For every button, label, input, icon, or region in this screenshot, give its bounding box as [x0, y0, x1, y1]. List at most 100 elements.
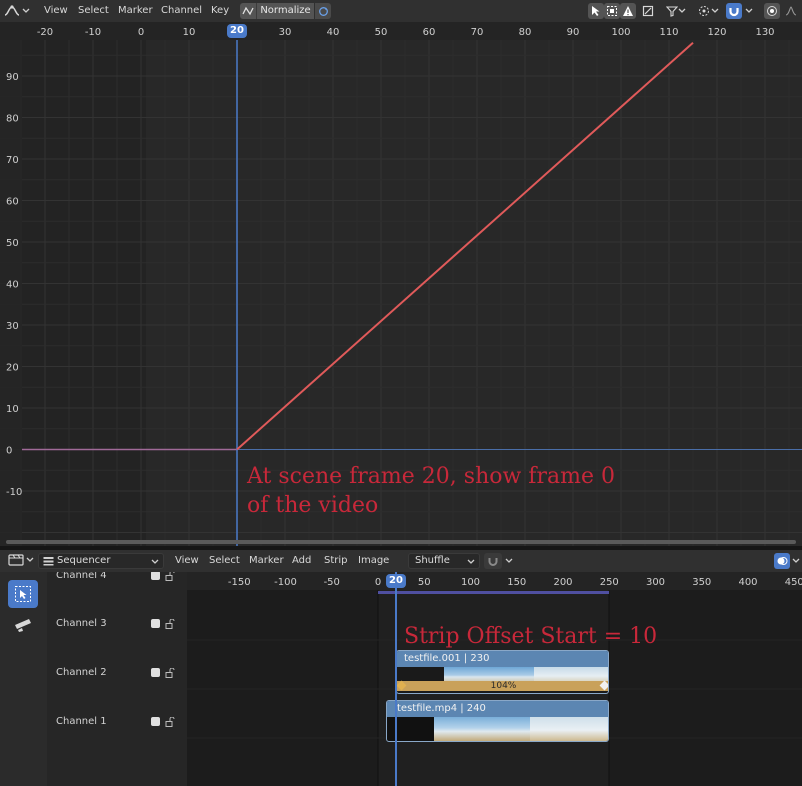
magnet-icon	[488, 558, 498, 566]
strip-testfile-001[interactable]: testfile.001 | 230 104%	[396, 650, 609, 694]
frame-ruler-ticks: -20 -10 0 10 30 40 50 60 70 80 90 100 110 120 130	[37, 27, 775, 38]
unlock-icon[interactable]	[165, 619, 175, 629]
chevron-down-icon	[745, 8, 753, 13]
channel-row-4[interactable]: Channel 4	[47, 572, 187, 583]
overlay-icon	[777, 557, 788, 565]
snap-dropdown[interactable]	[742, 3, 756, 19]
pivot-point-dropdown[interactable]	[694, 3, 722, 19]
seq-menu-marker[interactable]: Marker	[249, 554, 284, 568]
chevron-down-icon	[26, 557, 34, 562]
sequencer-strips-icon	[43, 557, 54, 566]
graph-plot-area[interactable]: 90 80 70 60 50 40 30 20 10 0 -10 At scene frame 20…	[0, 40, 802, 546]
sequencer-timeline[interactable]: -150 -100 -50 0 50 100 150 200 250 300 350 400 450 t…	[187, 572, 802, 786]
seq-frame-tick-label: -50	[324, 577, 340, 588]
channel-row-1[interactable]: Channel 1	[47, 715, 187, 729]
frame-tick-label: -10	[85, 27, 101, 38]
strip-thumbnail	[530, 717, 608, 741]
seq-menu-select[interactable]: Select	[209, 554, 240, 568]
unlock-icon[interactable]	[165, 668, 175, 678]
retiming-bar[interactable]: 104%	[397, 681, 608, 691]
only-errors-button[interactable]	[620, 3, 636, 19]
seq-menu-image[interactable]: Image	[358, 554, 389, 568]
normalize-group: Normalize	[240, 3, 331, 19]
frame-ruler[interactable]: -20 -10 0 10 30 40 50 60 70 80 90 100 110 120 130 20	[0, 22, 802, 40]
overlays-dropdown[interactable]	[790, 553, 802, 569]
frame-tick-label: 50	[375, 27, 388, 38]
sequencer-header: Sequencer View Select Marker Add Strip I…	[0, 550, 802, 572]
chevron-down-icon	[151, 559, 159, 564]
seq-menu-strip[interactable]: Strip	[324, 554, 348, 568]
chevron-down-icon	[505, 558, 513, 563]
frame-tick-label: 120	[707, 27, 726, 38]
strip-testfile-mp4[interactable]: testfile.mp4 | 240	[386, 700, 609, 742]
show-hidden-button[interactable]	[604, 3, 620, 19]
frame-tick-label: 10	[183, 27, 196, 38]
sequencer-frame-ruler[interactable]: -150 -100 -50 0 50 100 150 200 250 300 350 400 450	[187, 572, 802, 590]
current-frame-indicator[interactable]: 20	[227, 24, 247, 38]
strip-thumbnail	[434, 717, 530, 741]
menu-marker[interactable]: Marker	[118, 4, 153, 18]
chevron-down-icon	[792, 558, 800, 563]
funnel-icon	[666, 6, 678, 17]
refresh-icon	[318, 6, 328, 16]
overlays-toggle[interactable]	[774, 553, 790, 569]
menu-view[interactable]: View	[44, 4, 68, 18]
frame-icon	[642, 5, 654, 17]
value-tick-label: 80	[6, 114, 19, 125]
frame-tick-label: 100	[611, 27, 630, 38]
channel-mute-checkbox[interactable]	[151, 668, 160, 677]
seq-snap-toggle[interactable]	[484, 553, 502, 569]
strip-title: testfile.001 | 230	[397, 651, 608, 667]
value-tick-label: 10	[6, 404, 19, 415]
frame-tick-label: 0	[138, 27, 144, 38]
pivot-button[interactable]	[640, 3, 656, 19]
normalize-sync-button[interactable]	[315, 3, 331, 19]
seq-snap-dropdown[interactable]	[502, 553, 516, 569]
seq-menu-view[interactable]: View	[175, 554, 199, 568]
channel-mute-checkbox[interactable]	[151, 717, 160, 726]
menu-select[interactable]: Select	[78, 4, 109, 18]
dashed-box-icon	[607, 6, 617, 16]
channel-mute-checkbox[interactable]	[151, 572, 160, 580]
snap-toggle[interactable]	[726, 3, 742, 19]
unlock-icon[interactable]	[165, 717, 175, 727]
channel-row-2[interactable]: Channel 2	[47, 666, 187, 680]
menu-channel[interactable]: Channel	[161, 4, 202, 18]
annotation-line-2: of the video	[247, 493, 379, 518]
select-tool-button[interactable]	[8, 580, 38, 608]
blade-icon	[15, 619, 31, 632]
frame-tick-label: 130	[755, 27, 774, 38]
sequencer-playhead[interactable]	[395, 572, 397, 786]
editor-type-selector[interactable]	[4, 3, 30, 19]
normalize-button[interactable]: Normalize	[256, 3, 314, 19]
seq-frame-tick-label: 150	[507, 577, 526, 588]
only-selected-button[interactable]	[588, 3, 604, 19]
sequencer-view-type-label: Sequencer	[57, 555, 111, 566]
seq-menu-add[interactable]: Add	[292, 554, 311, 568]
sequencer-editor-type[interactable]	[8, 553, 34, 567]
blade-tool-button[interactable]	[8, 610, 38, 638]
falloff-dropdown[interactable]	[784, 3, 798, 19]
frame-tick-label: 40	[327, 27, 340, 38]
seq-frame-tick-label: 450	[785, 577, 802, 588]
channel-row-3[interactable]: Channel 3	[47, 617, 187, 631]
normalize-icon[interactable]	[240, 3, 256, 19]
proportional-edit-toggle[interactable]	[764, 3, 780, 19]
sequencer-current-frame-indicator[interactable]: 20	[386, 574, 406, 588]
annotation-strip-offset: Strip Offset Start = 10	[404, 624, 658, 649]
pivot-icon	[699, 6, 709, 16]
sequencer-view-type-dropdown[interactable]: Sequencer	[38, 553, 164, 569]
horizontal-scrollbar[interactable]	[6, 540, 796, 544]
falloff-curve-icon	[785, 6, 797, 16]
channel-mute-checkbox[interactable]	[151, 619, 160, 628]
seq-frame-tick-label: 250	[600, 577, 619, 588]
frame-tick-label: 70	[471, 27, 484, 38]
unlock-icon[interactable]	[165, 572, 175, 581]
cursor-arrow-icon	[592, 6, 600, 16]
channel-list: Channel 4 Channel 3 Channel 2 Channel 1	[47, 572, 187, 786]
menu-key[interactable]: Key	[211, 4, 229, 18]
overlap-mode-dropdown[interactable]: Shuffle	[408, 553, 480, 569]
filter-dropdown[interactable]	[662, 3, 690, 19]
strip-title: testfile.mp4 | 240	[387, 701, 608, 717]
value-tick-label: -10	[6, 487, 22, 498]
